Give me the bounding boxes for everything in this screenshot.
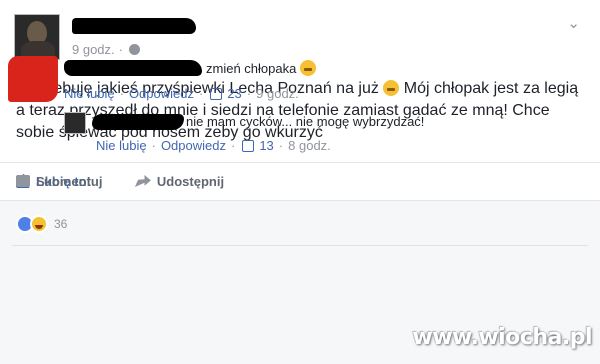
speech-bubble-icon <box>16 175 30 187</box>
comment-like-count[interactable]: 23 <box>227 86 241 101</box>
comment-text: zmień chłopaka <box>206 60 316 76</box>
commenter-avatar[interactable] <box>64 112 86 134</box>
reply-comment: nie mam cycków... nie mogę wybrzydzać! N… <box>64 112 588 162</box>
globe-icon <box>129 44 140 55</box>
divider <box>0 162 600 163</box>
comment-actions: Nie lubię · Odpowiedz · 13 · 8 godz. <box>96 138 331 153</box>
divider <box>12 245 588 246</box>
comment-like-count[interactable]: 13 <box>259 138 273 153</box>
comment-button[interactable]: Skomentuj <box>16 174 102 189</box>
unlike-link[interactable]: Nie lubię <box>64 86 115 101</box>
reactions-summary[interactable]: 36 <box>16 215 67 233</box>
author-avatar[interactable] <box>14 14 60 60</box>
haha-reaction-icon <box>30 215 48 233</box>
grinning-face-icon <box>299 60 316 76</box>
author-name-redacted <box>72 18 196 34</box>
commenter-name-redacted <box>64 60 202 76</box>
comment: zmień chłopaka Nie lubię · Odpowiedz · 2… <box>8 56 588 106</box>
action-bar: Lubię to! Skomentuj Udostępnij <box>16 170 586 192</box>
share-button[interactable]: Udostępnij <box>134 173 225 189</box>
commenter-name-redacted <box>92 114 184 130</box>
comment-time[interactable]: 8 godz. <box>288 138 331 153</box>
reply-link[interactable]: Odpowiedz <box>161 138 226 153</box>
comment-time[interactable]: 9 godz. <box>256 86 299 101</box>
comment-label: Skomentuj <box>36 173 103 189</box>
post-time[interactable]: 9 godz. <box>72 42 115 57</box>
reaction-count: 36 <box>54 217 68 231</box>
share-arrow-icon <box>134 175 151 187</box>
thumbs-up-icon <box>210 87 223 100</box>
reply-link[interactable]: Odpowiedz <box>129 86 194 101</box>
post-meta: 9 godz. · <box>72 42 140 57</box>
comment-text: nie mam cycków... nie mogę wybrzydzać! <box>186 114 425 129</box>
post-header: 9 godz. · ⌄ <box>14 12 586 62</box>
site-watermark: www.wiocha.pl <box>412 325 592 350</box>
unlike-link[interactable]: Nie lubię <box>96 138 147 153</box>
chevron-down-icon[interactable]: ⌄ <box>567 14 580 32</box>
share-label: Udostępnij <box>156 173 225 189</box>
thumbs-up-icon <box>242 139 255 152</box>
commenter-avatar[interactable] <box>8 56 58 102</box>
comment-actions: Nie lubię · Odpowiedz · 23 · 9 godz. <box>64 86 299 101</box>
